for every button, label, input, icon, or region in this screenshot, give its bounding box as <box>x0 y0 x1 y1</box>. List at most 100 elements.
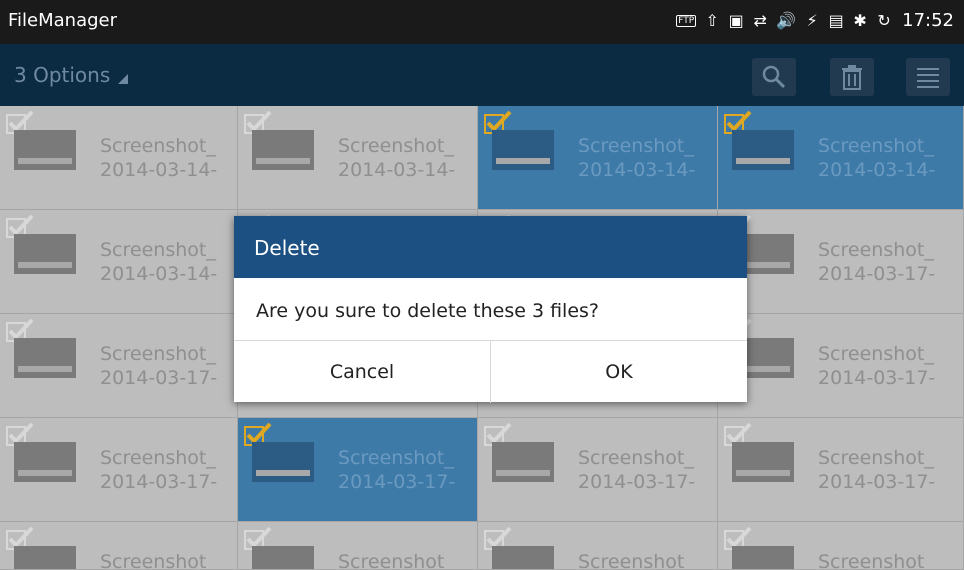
file-thumbnail <box>732 130 794 170</box>
selection-count-label: 3 Options <box>14 63 111 87</box>
file-item[interactable]: Screenshot_ 2014-03-14- <box>0 106 238 210</box>
file-name: Screenshot <box>100 550 207 570</box>
file-thumbnail <box>732 546 794 569</box>
refresh-icon: ↻ <box>877 11 891 30</box>
file-name: Screenshot_ 2014-03-14- <box>338 134 455 182</box>
file-thumbnail <box>14 338 76 378</box>
file-name-line2: 2014-03-17- <box>818 263 936 285</box>
file-name: Screenshot_ 2014-03-14- <box>100 238 217 286</box>
delete-dialog: Delete Are you sure to delete these 3 fi… <box>234 216 747 403</box>
file-item[interactable]: Screenshot <box>0 522 238 570</box>
file-name: Screenshot_ 2014-03-14- <box>818 134 935 182</box>
search-button[interactable] <box>752 58 796 96</box>
file-item[interactable]: Screenshot_ 2014-03-17- <box>718 314 964 418</box>
menu-button[interactable] <box>906 58 950 96</box>
file-item[interactable]: Screenshot_ 2014-03-17- <box>478 418 718 522</box>
file-name-line1: Screenshot_ <box>100 447 216 469</box>
file-item[interactable]: Screenshot_ 2014-03-14- <box>0 210 238 314</box>
file-item[interactable]: Screenshot <box>238 522 478 570</box>
file-name-line1: Screenshot_ <box>100 343 216 365</box>
selection-options-dropdown[interactable]: 3 Options <box>14 63 129 87</box>
dialog-header: Delete <box>234 216 747 278</box>
file-name-line2: 2014-03-17- <box>578 471 696 493</box>
file-thumbnail <box>732 442 794 482</box>
file-item[interactable]: Screenshot_ 2014-03-17- <box>718 418 964 522</box>
file-item[interactable]: Screenshot <box>478 522 718 570</box>
file-name: Screenshot_ 2014-03-17- <box>100 446 217 494</box>
ok-button[interactable]: OK <box>491 341 747 403</box>
file-name-line1: Screenshot <box>100 551 207 570</box>
file-name-line2: 2014-03-14- <box>818 159 936 181</box>
file-name: Screenshot_ 2014-03-17- <box>818 446 935 494</box>
dialog-buttons: Cancel OK <box>234 340 747 403</box>
menu-icon <box>917 68 939 88</box>
file-thumbnail <box>492 442 554 482</box>
file-name: Screenshot <box>578 550 685 570</box>
file-name-line1: Screenshot_ <box>100 135 216 157</box>
file-name-line1: Screenshot_ <box>578 135 694 157</box>
file-item[interactable]: Screenshot <box>718 522 964 570</box>
file-name: Screenshot_ 2014-03-14- <box>100 134 217 182</box>
file-name-line1: Screenshot_ <box>578 447 694 469</box>
file-name: Screenshot_ 2014-03-17- <box>818 238 935 286</box>
file-thumbnail <box>14 130 76 170</box>
file-name-line2: 2014-03-17- <box>100 367 218 389</box>
delete-button[interactable] <box>830 58 874 96</box>
usb-icon: ⚡ <box>806 11 818 30</box>
dropdown-caret-icon <box>118 74 129 84</box>
upload-icon: ⇧ <box>705 11 719 30</box>
file-name: Screenshot_ 2014-03-17- <box>100 342 217 390</box>
bluetooth-icon: ✱ <box>853 11 867 30</box>
file-item[interactable]: Screenshot_ 2014-03-17- <box>238 418 478 522</box>
status-bar: FileManager FTP ⇧ ▣ ⇄ 🔊 ⚡ ▤ ✱ ↻ 17:52 <box>0 0 964 44</box>
file-name-line1: Screenshot_ <box>818 135 934 157</box>
file-thumbnail <box>14 546 76 569</box>
file-name-line2: 2014-03-14- <box>100 159 218 181</box>
file-name-line1: Screenshot <box>818 551 925 570</box>
file-name: Screenshot <box>818 550 925 570</box>
file-item[interactable]: Screenshot_ 2014-03-17- <box>718 210 964 314</box>
file-name-line1: Screenshot_ <box>338 135 454 157</box>
file-item[interactable]: Screenshot_ 2014-03-14- <box>718 106 964 210</box>
trash-icon <box>842 65 862 90</box>
volume-icon: 🔊 <box>776 11 797 30</box>
file-thumbnail <box>492 130 554 170</box>
dialog-message: Are you sure to delete these 3 files? <box>256 300 600 322</box>
file-thumbnail <box>14 234 76 274</box>
file-thumbnail <box>252 546 314 569</box>
file-name-line2: 2014-03-17- <box>818 471 936 493</box>
file-thumbnail <box>252 442 314 482</box>
file-name: Screenshot_ 2014-03-17- <box>578 446 695 494</box>
dialog-title: Delete <box>254 236 320 260</box>
sim-icon: ▤ <box>828 11 844 30</box>
file-name: Screenshot_ 2014-03-17- <box>818 342 935 390</box>
ftp-icon: FTP <box>676 14 697 27</box>
file-item[interactable]: Screenshot_ 2014-03-14- <box>478 106 718 210</box>
file-name-line2: 2014-03-17- <box>100 471 218 493</box>
search-icon <box>762 65 786 89</box>
file-name: Screenshot_ 2014-03-14- <box>578 134 695 182</box>
file-name-line1: Screenshot_ <box>818 239 934 261</box>
file-thumbnail <box>252 130 314 170</box>
file-name-line2: 2014-03-14- <box>100 263 218 285</box>
file-name-line1: Screenshot <box>578 551 685 570</box>
status-icons: FTP ⇧ ▣ ⇄ 🔊 ⚡ ▤ ✱ ↻ 17:52 <box>676 10 954 31</box>
file-item[interactable]: Screenshot_ 2014-03-14- <box>238 106 478 210</box>
file-name-line1: Screenshot_ <box>338 447 454 469</box>
cancel-button[interactable]: Cancel <box>234 341 491 403</box>
file-name-line1: Screenshot_ <box>818 343 934 365</box>
file-name-line1: Screenshot_ <box>100 239 216 261</box>
file-item[interactable]: Screenshot_ 2014-03-17- <box>0 314 238 418</box>
file-name: Screenshot <box>338 550 445 570</box>
file-name-line1: Screenshot <box>338 551 445 570</box>
file-name-line2: 2014-03-14- <box>338 159 456 181</box>
file-name-line2: 2014-03-14- <box>578 159 696 181</box>
image-icon: ▣ <box>728 11 744 30</box>
file-item[interactable]: Screenshot_ 2014-03-17- <box>0 418 238 522</box>
file-name: Screenshot_ 2014-03-17- <box>338 446 455 494</box>
file-thumbnail <box>14 442 76 482</box>
action-bar: 3 Options <box>0 44 964 106</box>
sync-icon: ⇄ <box>753 11 767 30</box>
app-title: FileManager <box>8 10 118 31</box>
clock: 17:52 <box>902 10 954 31</box>
